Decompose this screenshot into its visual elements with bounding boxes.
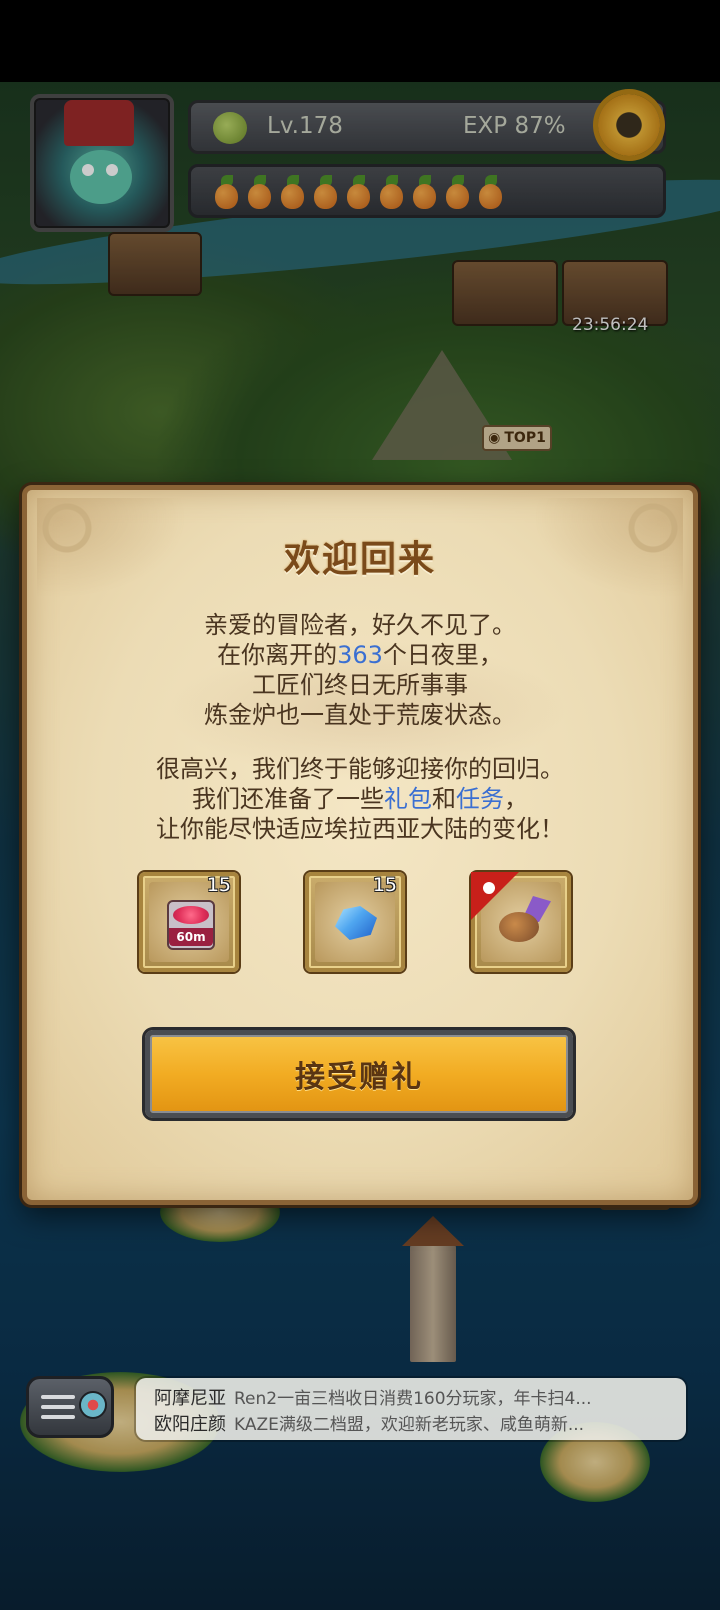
time-box-icon: 60m	[167, 900, 215, 950]
chat-sender: 阿摩尼亚	[154, 1388, 226, 1409]
message-line: 在你离开的363个日夜里，	[217, 641, 503, 669]
radio-dial-icon	[79, 1391, 107, 1419]
reward-slot-pet[interactable]	[471, 872, 571, 972]
dialog-message: 亲爱的冒险者，好久不见了。 在你离开的363个日夜里， 工匠们终日无所事事 炼金…	[27, 610, 693, 844]
reward-slot-time-box[interactable]: 60m 15	[139, 872, 239, 972]
message-line: 我们还准备了一些礼包和任务，	[192, 785, 528, 813]
chat-menu-button[interactable]	[26, 1376, 114, 1438]
chat-sender: 欧阳庄颜	[154, 1414, 226, 1435]
chat-message: 阿摩尼亚 Ren2一亩三档收日消费160分玩家，年卡扫4...	[154, 1384, 592, 1410]
chat-text: KAZE满级二档盟，欢迎新老玩家、咸鱼萌新...	[234, 1415, 585, 1435]
reward-slot-crystal[interactable]: 15	[305, 872, 405, 972]
clock-icon	[481, 880, 497, 896]
message-line: 让你能尽快适应埃拉西亚大陆的变化！	[156, 815, 564, 843]
world-chat-ticker[interactable]: 阿摩尼亚 Ren2一亩三档收日消费160分玩家，年卡扫4... 欧阳庄颜 KAZE满…	[136, 1378, 686, 1440]
chat-text: Ren2一亩三档收日消费160分玩家，年卡扫4...	[234, 1389, 592, 1409]
message-line: 亲爱的冒险者，好久不见了。	[204, 611, 516, 639]
welcome-back-dialog: 欢迎回来 亲爱的冒险者，好久不见了。 在你离开的363个日夜里， 工匠们终日无所…	[22, 485, 698, 1205]
menu-lines-icon	[41, 1395, 75, 1399]
accept-gift-button[interactable]: 接受赠礼	[145, 1030, 573, 1118]
reward-count: 15	[372, 874, 397, 896]
message-line: 工匠们终日无所事事	[252, 671, 468, 699]
message-line: 很高兴，我们终于能够迎接你的回归。	[156, 755, 564, 783]
reward-count: 15	[206, 874, 231, 896]
dialog-title: 欢迎回来	[283, 539, 436, 580]
message-line: 炼金炉也一直处于荒废状态。	[204, 701, 516, 729]
reward-list: 60m 15 15	[139, 872, 573, 974]
chat-message: 欧阳庄颜 KAZE满级二档盟，欢迎新老玩家、咸鱼萌新...	[154, 1410, 584, 1436]
dragon-pet-icon	[493, 894, 551, 952]
